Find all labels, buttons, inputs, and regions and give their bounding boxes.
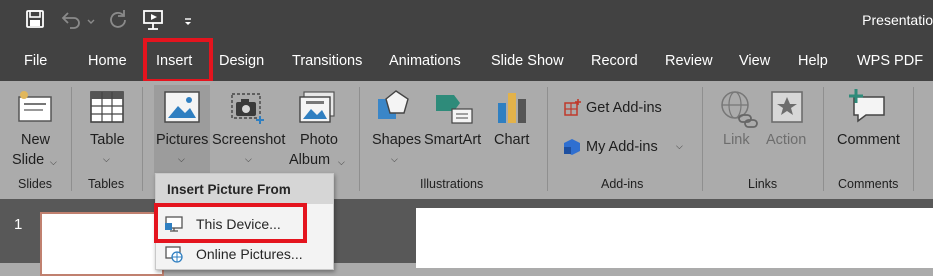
new-slide-label-2[interactable]: Slide bbox=[12, 152, 44, 168]
tab-home[interactable]: Home bbox=[88, 53, 127, 69]
tab-wps-pdf[interactable]: WPS PDF bbox=[857, 53, 923, 69]
pictures-icon[interactable] bbox=[163, 90, 201, 129]
new-slide-dropdown-icon[interactable]: ⌵ bbox=[50, 157, 57, 168]
tab-animations[interactable]: Animations bbox=[389, 53, 461, 69]
shapes-dropdown-icon[interactable]: ⌵ bbox=[391, 154, 398, 165]
table-label[interactable]: Table bbox=[90, 132, 125, 148]
tab-help[interactable]: Help bbox=[798, 53, 828, 69]
action-label: Action bbox=[766, 132, 807, 148]
comments-group-label: Comments bbox=[838, 177, 899, 191]
smartart-label[interactable]: SmartArt bbox=[424, 132, 481, 148]
tab-view[interactable]: View bbox=[739, 53, 770, 69]
insert-tab-highlight bbox=[143, 38, 213, 83]
comment-icon[interactable] bbox=[846, 87, 888, 130]
tables-group-label: Tables bbox=[88, 177, 125, 191]
photo-album-label[interactable]: Photo bbox=[300, 132, 338, 148]
separator bbox=[71, 87, 72, 191]
app-title: Presentatio bbox=[862, 12, 933, 28]
smartart-icon[interactable] bbox=[434, 91, 474, 130]
my-addins-label[interactable]: My Add-ins bbox=[586, 139, 658, 155]
tab-record[interactable]: Record bbox=[591, 53, 638, 69]
new-slide-icon[interactable] bbox=[15, 89, 55, 130]
dropdown-header: Insert Picture From bbox=[156, 174, 333, 204]
online-pictures-icon bbox=[164, 245, 184, 268]
slide-thumbnail[interactable] bbox=[40, 212, 164, 276]
ribbon: New Slide ⌵ Slides Table ⌵ Tables Pictur… bbox=[0, 81, 933, 199]
undo-dropdown-icon[interactable] bbox=[87, 13, 95, 31]
photo-album-icon[interactable] bbox=[298, 90, 336, 129]
title-bar: Presentatio bbox=[0, 0, 933, 42]
my-addins-icon[interactable] bbox=[562, 137, 582, 162]
get-addins-icon[interactable] bbox=[562, 98, 582, 123]
ribbon-tab-bar: File Home Insert Design Transitions Anim… bbox=[0, 42, 933, 81]
online-pictures-label[interactable]: Online Pictures... bbox=[196, 246, 303, 262]
slide-canvas[interactable] bbox=[416, 208, 933, 268]
links-group-label: Links bbox=[748, 177, 778, 191]
separator bbox=[702, 87, 703, 191]
chart-icon[interactable] bbox=[496, 91, 528, 130]
screenshot-dropdown-icon[interactable]: ⌵ bbox=[245, 154, 252, 165]
separator bbox=[823, 87, 824, 191]
save-icon[interactable] bbox=[25, 9, 45, 34]
customize-quick-access-icon[interactable] bbox=[183, 14, 193, 32]
pictures-label[interactable]: Pictures bbox=[156, 132, 208, 148]
separator bbox=[913, 87, 914, 191]
separator bbox=[142, 87, 143, 191]
redo-icon[interactable] bbox=[108, 9, 128, 34]
tab-file[interactable]: File bbox=[24, 53, 47, 69]
present-from-beginning-icon[interactable] bbox=[142, 9, 166, 36]
link-icon bbox=[719, 89, 759, 134]
my-addins-dropdown-icon[interactable]: ⌵ bbox=[676, 141, 683, 152]
screenshot-label[interactable]: Screenshot bbox=[212, 132, 285, 148]
link-label: Link bbox=[723, 132, 750, 148]
illustrations-group-label: Illustrations bbox=[420, 177, 484, 191]
addins-group-label: Add-ins bbox=[601, 177, 644, 191]
tab-design[interactable]: Design bbox=[219, 53, 264, 69]
chart-label[interactable]: Chart bbox=[494, 132, 529, 148]
tab-transitions[interactable]: Transitions bbox=[292, 53, 362, 69]
menu-item-online-pictures[interactable]: Online Pictures... bbox=[156, 240, 333, 268]
separator bbox=[359, 87, 360, 191]
undo-icon[interactable] bbox=[60, 9, 82, 34]
this-device-highlight bbox=[154, 203, 307, 243]
shapes-label[interactable]: Shapes bbox=[372, 132, 421, 148]
comment-label[interactable]: Comment bbox=[837, 132, 900, 148]
dropdown-header-label: Insert Picture From bbox=[167, 182, 291, 197]
slides-group-label: Slides bbox=[18, 177, 53, 191]
get-addins-label[interactable]: Get Add-ins bbox=[586, 100, 662, 116]
table-icon[interactable] bbox=[89, 90, 125, 129]
slide-number: 1 bbox=[14, 216, 23, 233]
new-slide-label[interactable]: New bbox=[21, 132, 50, 148]
pictures-dropdown-icon[interactable]: ⌵ bbox=[178, 154, 185, 165]
tab-review[interactable]: Review bbox=[665, 53, 713, 69]
photo-album-label-2[interactable]: Album bbox=[289, 152, 330, 168]
photo-album-dropdown-icon[interactable]: ⌵ bbox=[338, 157, 345, 168]
screenshot-icon[interactable] bbox=[230, 90, 268, 131]
table-dropdown-icon[interactable]: ⌵ bbox=[103, 154, 110, 165]
shapes-icon[interactable] bbox=[374, 89, 416, 130]
action-icon bbox=[770, 90, 806, 131]
separator bbox=[547, 87, 548, 191]
tab-slide-show[interactable]: Slide Show bbox=[491, 53, 564, 69]
